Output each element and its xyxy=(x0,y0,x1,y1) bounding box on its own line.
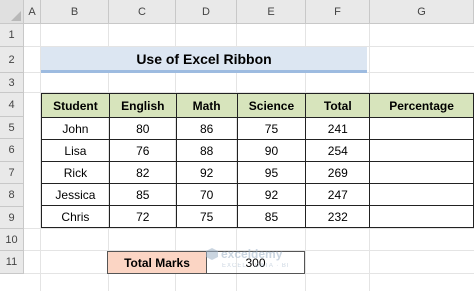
sheet-title[interactable]: Use of Excel Ribbon xyxy=(41,47,367,73)
cell-science[interactable]: 85 xyxy=(236,205,307,228)
header-student[interactable]: Student xyxy=(41,93,110,118)
cell-percentage[interactable] xyxy=(369,117,474,140)
table-row: Chris 72 75 85 232 xyxy=(41,205,474,228)
cell-total[interactable]: 269 xyxy=(305,161,371,184)
cell-total[interactable]: 247 xyxy=(305,183,371,206)
cell-english[interactable]: 72 xyxy=(108,205,177,228)
column-header-g[interactable]: G xyxy=(370,0,474,24)
cell-math[interactable]: 70 xyxy=(175,183,238,206)
row-header-8[interactable]: 8 xyxy=(0,184,24,207)
row-header-11[interactable]: 11 xyxy=(0,251,24,274)
cell-percentage[interactable] xyxy=(369,161,474,184)
row-header-10[interactable]: 10 xyxy=(0,229,24,251)
header-math[interactable]: Math xyxy=(175,93,238,118)
cell-english[interactable]: 85 xyxy=(108,183,177,206)
cell-percentage[interactable] xyxy=(369,205,474,228)
cell-english[interactable]: 80 xyxy=(108,117,177,140)
cell-math[interactable]: 75 xyxy=(175,205,238,228)
table-row: Lisa 76 88 90 254 xyxy=(41,139,474,162)
cell-student[interactable]: Jessica xyxy=(41,183,110,206)
cell-student[interactable]: John xyxy=(41,117,110,140)
row-header-2[interactable]: 2 xyxy=(0,47,24,73)
column-header-d[interactable]: D xyxy=(176,0,237,24)
cell-total[interactable]: 254 xyxy=(305,139,371,162)
row-header-1[interactable]: 1 xyxy=(0,24,24,47)
column-header-f[interactable]: F xyxy=(306,0,370,24)
cell-total[interactable]: 232 xyxy=(305,205,371,228)
row-header-7[interactable]: 7 xyxy=(0,162,24,184)
cell-science[interactable]: 75 xyxy=(236,117,307,140)
cell-science[interactable]: 92 xyxy=(236,183,307,206)
cell-english[interactable]: 76 xyxy=(108,139,177,162)
total-marks-label[interactable]: Total Marks xyxy=(107,251,207,274)
table-row: Jessica 85 70 92 247 xyxy=(41,183,474,206)
cell-student[interactable]: Rick xyxy=(41,161,110,184)
select-all-corner[interactable] xyxy=(0,0,24,24)
column-header-e[interactable]: E xyxy=(237,0,306,24)
column-header-a[interactable]: A xyxy=(24,0,41,24)
cell-total[interactable]: 241 xyxy=(305,117,371,140)
row-header-5[interactable]: 5 xyxy=(0,117,24,139)
row-header-9[interactable]: 9 xyxy=(0,207,24,229)
cell-percentage[interactable] xyxy=(369,139,474,162)
cell-percentage[interactable] xyxy=(369,183,474,206)
table-row: John 80 86 75 241 xyxy=(41,117,474,140)
header-science[interactable]: Science xyxy=(236,93,307,118)
header-percentage[interactable]: Percentage xyxy=(369,93,474,118)
column-header-c[interactable]: C xyxy=(109,0,176,24)
cell-math[interactable]: 86 xyxy=(175,117,238,140)
row-header-4[interactable]: 4 xyxy=(0,93,24,117)
marks-table: Student English Math Science Total Perce… xyxy=(41,93,474,228)
column-header-b[interactable]: B xyxy=(41,0,109,24)
cell-science[interactable]: 90 xyxy=(236,139,307,162)
cell-english[interactable]: 82 xyxy=(108,161,177,184)
row-header-3[interactable]: 3 xyxy=(0,73,24,93)
header-total[interactable]: Total xyxy=(305,93,371,118)
table-row: Rick 82 92 95 269 xyxy=(41,161,474,184)
header-english[interactable]: English xyxy=(108,93,177,118)
cell-student[interactable]: Chris xyxy=(41,205,110,228)
cell-math[interactable]: 92 xyxy=(175,161,238,184)
cell-math[interactable]: 88 xyxy=(175,139,238,162)
cell-student[interactable]: Lisa xyxy=(41,139,110,162)
gridline xyxy=(24,228,474,229)
row-header-6[interactable]: 6 xyxy=(0,139,24,162)
cell-science[interactable]: 95 xyxy=(236,161,307,184)
watermark-subtext: EXCEL · DATA · BI xyxy=(222,263,290,269)
